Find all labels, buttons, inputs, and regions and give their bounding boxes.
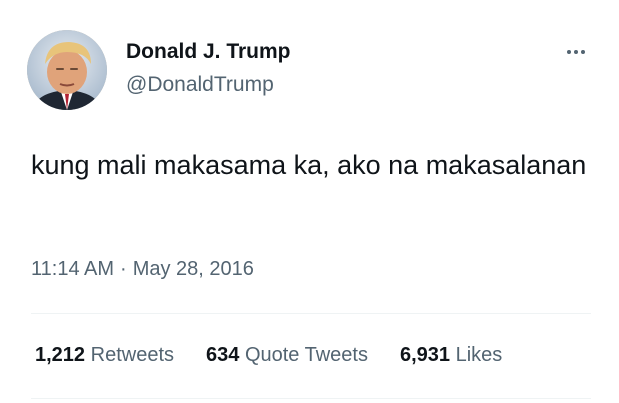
retweets-stat[interactable]: 1,212 Retweets	[35, 344, 174, 367]
engagement-stats: 1,212 Retweets 634 Quote Tweets 6,931 Li…	[35, 344, 502, 367]
more-horizontal-icon	[567, 50, 571, 54]
likes-label: Likes	[455, 344, 503, 366]
tweet-date[interactable]: May 28, 2016	[133, 258, 254, 281]
retweets-label: Retweets	[90, 344, 174, 366]
tweet-card: Donald J. Trump @DonaldTrump kung mali m…	[0, 0, 619, 403]
author-name[interactable]: Donald J. Trump	[126, 40, 291, 64]
retweets-count: 1,212	[35, 344, 86, 366]
divider	[31, 313, 591, 314]
quote-tweets-count: 634	[206, 344, 240, 366]
tweet-time[interactable]: 11:14 AM	[31, 258, 114, 281]
likes-count: 6,931	[399, 344, 451, 366]
tweet-text: kung mali makasama ka, ako na makasalana…	[31, 150, 587, 180]
tweet-timestamp[interactable]: 11:14 AM · May 28, 2016	[31, 258, 254, 281]
avatar[interactable]	[27, 30, 107, 110]
divider	[31, 398, 591, 399]
author-handle[interactable]: @DonaldTrump	[126, 73, 274, 97]
timestamp-separator: ·	[120, 258, 127, 280]
likes-stat[interactable]: 6,931 Likes	[400, 344, 502, 367]
quote-tweets-stat[interactable]: 634 Quote Tweets	[206, 344, 368, 367]
quote-tweets-label: Quote Tweets	[244, 344, 368, 366]
more-horizontal-icon	[574, 50, 578, 54]
more-horizontal-icon	[581, 50, 585, 54]
more-options-button[interactable]	[558, 40, 594, 64]
